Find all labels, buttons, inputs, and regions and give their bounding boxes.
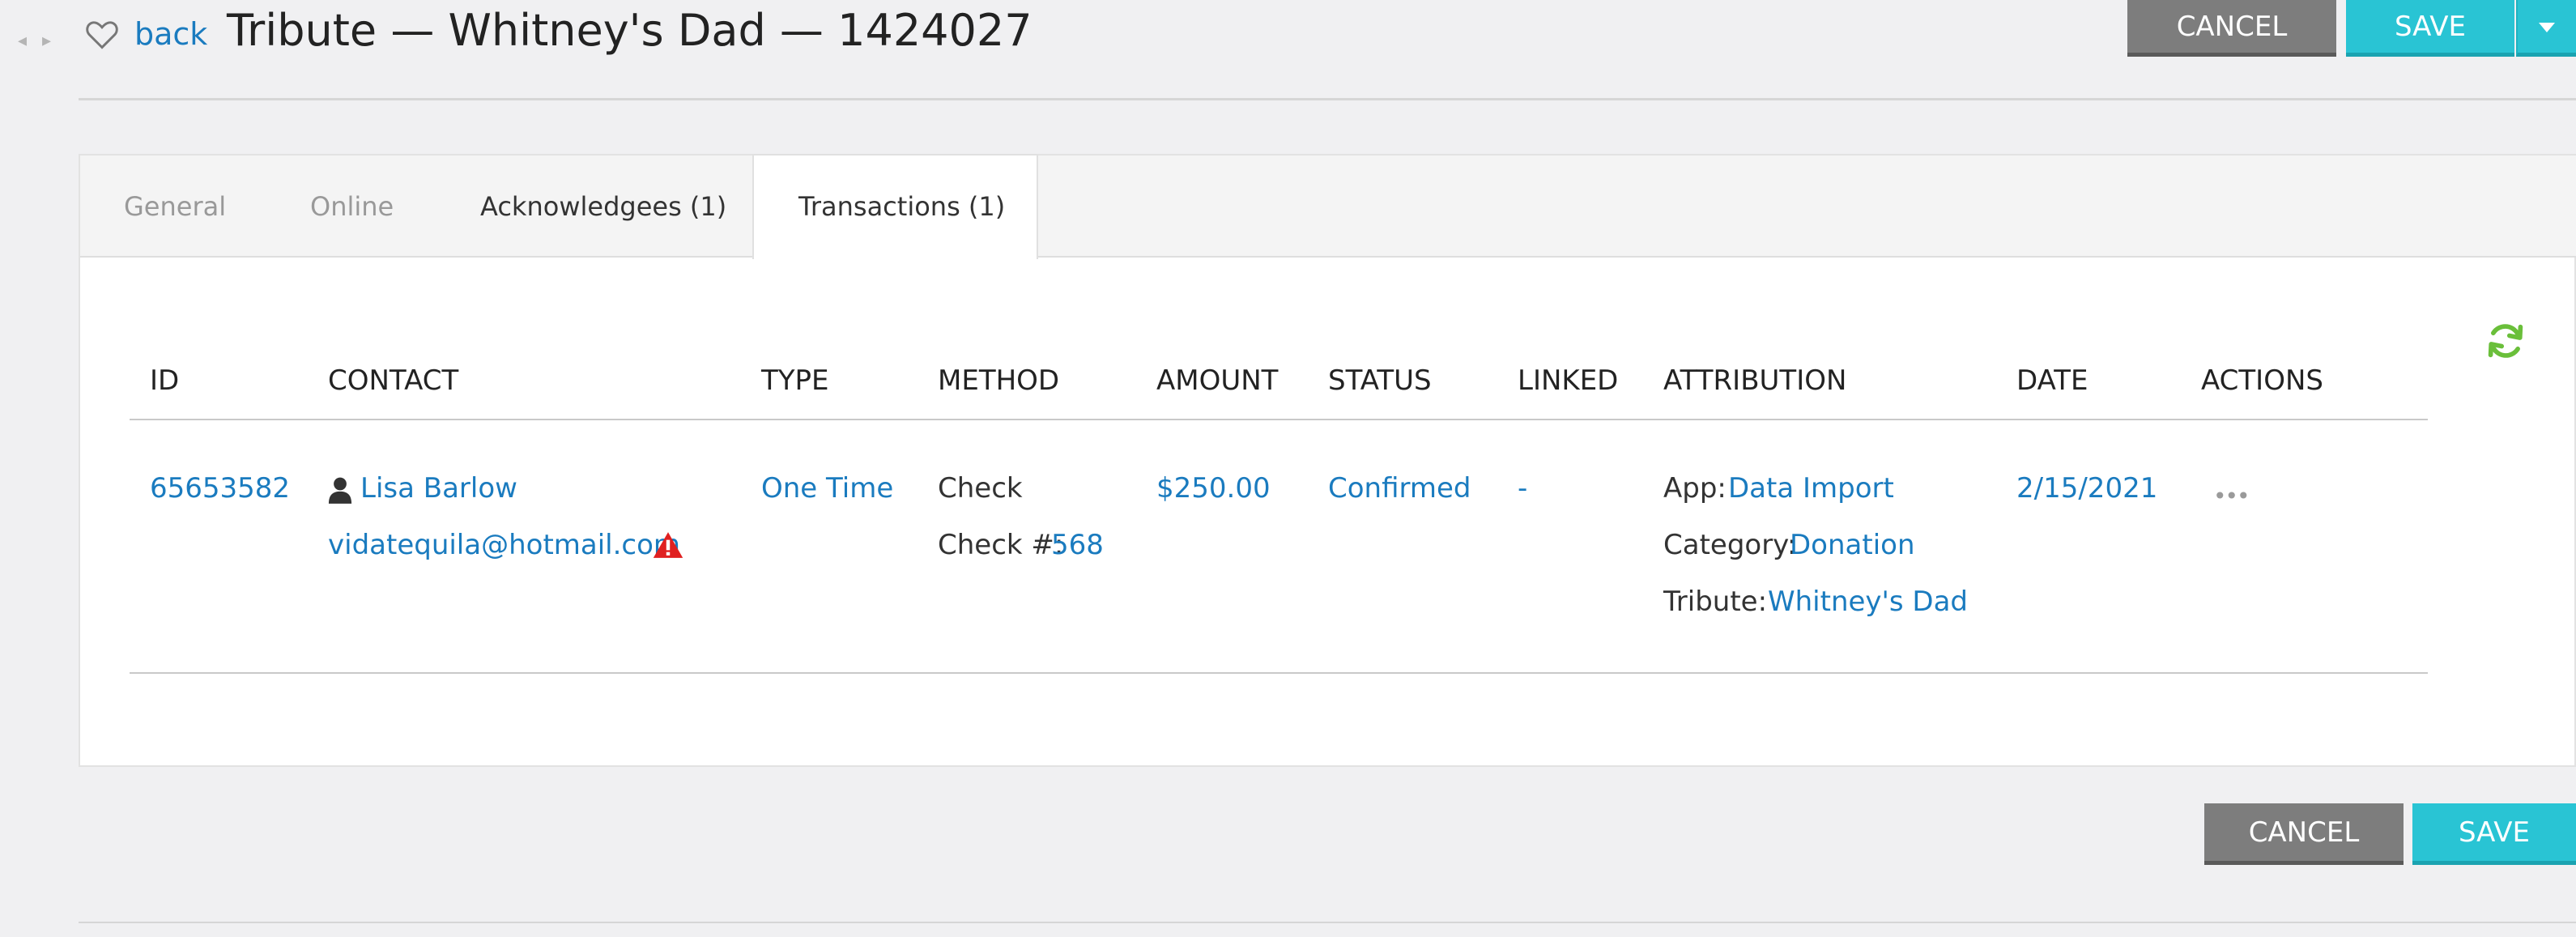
save-button[interactable]: SAVE: [2346, 0, 2514, 57]
type-link[interactable]: One Time: [761, 472, 893, 505]
tab-transactions[interactable]: Transactions (1): [798, 155, 1005, 258]
tab-online[interactable]: Online: [310, 155, 394, 258]
column-header-id[interactable]: ID: [150, 364, 179, 397]
table-header-divider: [130, 419, 2428, 420]
heart-icon[interactable]: [84, 16, 120, 52]
more-actions-icon[interactable]: •••: [2213, 483, 2250, 509]
header-divider: [79, 98, 2576, 100]
contact-name-link[interactable]: Lisa Barlow: [360, 472, 517, 505]
save-button-bottom[interactable]: SAVE: [2412, 803, 2576, 865]
attribution-tribute-label: Tribute:: [1663, 586, 1768, 618]
caret-down-icon: [2539, 23, 2555, 32]
back-link[interactable]: back: [134, 16, 207, 52]
person-icon: [328, 477, 352, 504]
column-header-attribution[interactable]: ATTRIBUTION: [1663, 364, 1846, 397]
column-header-linked[interactable]: LINKED: [1518, 364, 1618, 397]
footer-divider: [79, 922, 2576, 923]
column-header-date[interactable]: DATE: [2016, 364, 2088, 397]
column-header-type[interactable]: TYPE: [761, 364, 829, 397]
method-value: Check: [938, 472, 1023, 505]
status-link[interactable]: Confirmed: [1328, 472, 1471, 505]
attribution-category-label: Category:: [1663, 529, 1797, 561]
attribution-tribute-link[interactable]: Whitney's Dad: [1768, 586, 1968, 618]
warning-icon[interactable]: [653, 530, 683, 560]
column-header-amount[interactable]: AMOUNT: [1156, 364, 1278, 397]
save-options-dropdown[interactable]: [2516, 0, 2576, 57]
page-title: Tribute — Whitney's Dad — 1424027: [227, 5, 1033, 56]
date-link[interactable]: 2/15/2021: [2016, 472, 2157, 505]
column-header-actions: ACTIONS: [2201, 364, 2323, 397]
check-number-link[interactable]: 568: [1051, 529, 1104, 561]
tab-bar: [80, 155, 2576, 258]
column-header-contact[interactable]: CONTACT: [328, 364, 458, 397]
tab-acknowledgees[interactable]: Acknowledgees (1): [480, 155, 726, 258]
nav-arrows-icon[interactable]: ◂ ▸: [18, 31, 56, 51]
column-header-method[interactable]: METHOD: [938, 364, 1059, 397]
cancel-button[interactable]: CANCEL: [2127, 0, 2336, 57]
attribution-app-link[interactable]: Data Import: [1728, 472, 1894, 505]
attribution-app-label: App:: [1663, 472, 1727, 505]
tab-general[interactable]: General: [124, 155, 226, 258]
table-row-divider: [130, 672, 2428, 674]
column-header-status[interactable]: STATUS: [1328, 364, 1432, 397]
amount-link[interactable]: $250.00: [1156, 472, 1271, 505]
contact-email-link[interactable]: vidatequila@hotmail.com: [328, 529, 680, 561]
transaction-id-link[interactable]: 65653582: [150, 472, 290, 505]
attribution-category-link[interactable]: Donation: [1790, 529, 1915, 561]
cancel-button-bottom[interactable]: CANCEL: [2204, 803, 2404, 865]
check-number-label: Check #:: [938, 529, 1064, 561]
linked-link[interactable]: -: [1518, 472, 1527, 505]
refresh-icon[interactable]: [2484, 320, 2527, 362]
